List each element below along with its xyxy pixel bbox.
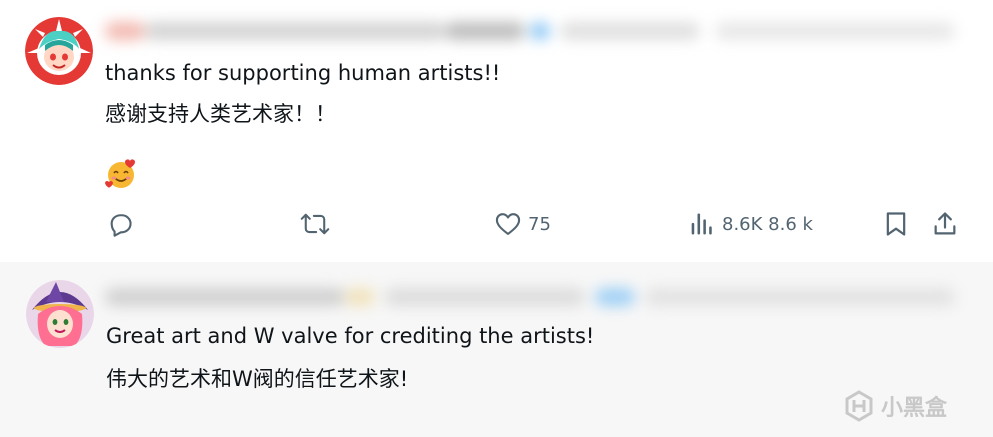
bookmark-button[interactable] <box>883 210 909 238</box>
views-icon <box>691 213 712 235</box>
redacted-author-name <box>105 284 965 310</box>
xiaoheihe-logo-icon <box>845 390 873 422</box>
reply-button[interactable] <box>107 210 135 238</box>
watermark: 小黑盒 <box>843 390 947 422</box>
post-text-line-2: 感谢支持人类艺术家！！ <box>105 102 336 126</box>
avatar-image <box>25 17 93 85</box>
watermark-text: 小黑盒 <box>881 396 948 421</box>
smiling-face-with-hearts-icon <box>105 159 135 188</box>
avatar[interactable] <box>25 17 93 85</box>
post-text-line-2: 伟大的艺术和W阀的信任艺术家! <box>106 367 409 391</box>
views-button[interactable]: 8.6K 8.6 k <box>688 210 813 238</box>
share-icon <box>934 212 956 235</box>
reply-icon <box>110 214 132 237</box>
redacted-author-name <box>105 18 960 44</box>
bookmark-icon <box>886 212 906 236</box>
avatar[interactable] <box>26 280 94 348</box>
avatar-image <box>26 280 94 348</box>
post-text-line-1: Great art and W valve for crediting the … <box>106 324 595 348</box>
repost-button[interactable] <box>300 210 330 238</box>
post-text-line-1: thanks for supporting human artists!! <box>105 61 501 85</box>
like-button[interactable]: 75 <box>494 210 551 238</box>
views-count: 8.6K 8.6 k <box>722 213 813 235</box>
post-1: thanks for supporting human artists!! 感谢… <box>0 0 993 262</box>
share-button[interactable] <box>931 210 959 238</box>
like-count: 75 <box>528 213 551 235</box>
heart-icon <box>495 213 521 235</box>
repost-icon <box>300 213 330 235</box>
